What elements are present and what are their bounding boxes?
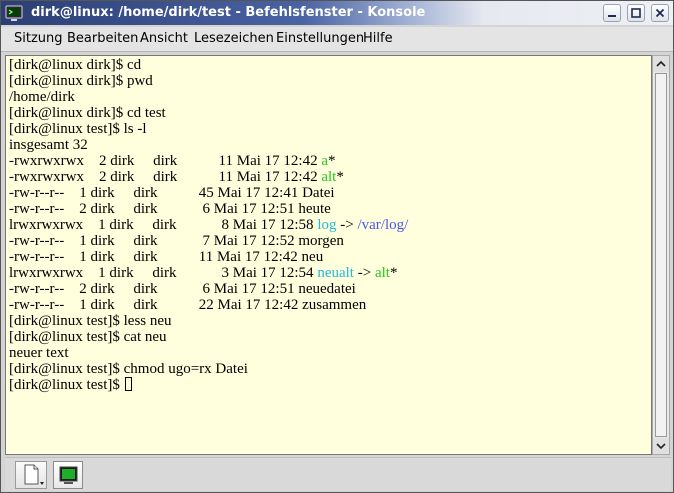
terminal-line: [dirk@linux dirk]$ cd test <box>9 105 408 121</box>
menu-bearbeiten[interactable]: Bearbeiten <box>67 31 138 46</box>
terminal-line: [dirk@linux test]$ less neu <box>9 313 408 329</box>
terminal-line: insgesamt 32 <box>9 137 408 153</box>
terminal-cursor <box>124 377 132 391</box>
scroll-down-arrow-icon[interactable] <box>653 438 669 454</box>
session-tab-bar <box>5 457 671 491</box>
terminal-line: lrwxrwxrwx 1 dirk dirk 3 Mai 17 12:54 ne… <box>9 265 408 281</box>
terminal-text: log <box>317 217 337 233</box>
terminal-line: -rw-r--r-- 2 dirk dirk 6 Mai 17 12:51 ne… <box>9 281 408 297</box>
terminal-line: [dirk@linux dirk]$ pwd <box>9 73 408 89</box>
terminal-text: [dirk@linux test]$ cat neu <box>9 329 167 345</box>
menu-einstellungen[interactable]: Einstellungen <box>276 31 364 46</box>
terminal-lines: [dirk@linux dirk]$ cd [dirk@linux dirk]$ … <box>9 57 408 393</box>
window-title: dirk@linux: /home/dirk/test - Befehlsfen… <box>31 5 426 20</box>
terminal-text: a <box>321 153 328 169</box>
menu-sitzung[interactable]: Sitzung <box>14 31 63 46</box>
terminal-text: /home/dirk <box>9 89 75 105</box>
konsole-icon[interactable] <box>5 4 23 22</box>
terminal-line: -rw-r--r-- 2 dirk dirk 6 Mai 17 12:51 he… <box>9 201 408 217</box>
terminal-text: * <box>328 153 336 169</box>
terminal-line: -rw-r--r-- 1 dirk dirk 7 Mai 17 12:52 mo… <box>9 233 408 249</box>
menu-hilfe[interactable]: Hilfe <box>363 31 393 46</box>
terminal-line: [dirk@linux dirk]$ cd <box>9 57 408 73</box>
terminal-line: -rwxrwxrwx 2 dirk dirk 11 Mai 17 12:42 a… <box>9 153 408 169</box>
terminal-line: [dirk@linux test]$ <box>9 377 408 393</box>
terminal-line: neuer text <box>9 345 408 361</box>
terminal-output-area[interactable]: [dirk@linux dirk]$ cd [dirk@linux dirk]$ … <box>5 55 652 455</box>
maximize-icon[interactable] <box>627 4 645 22</box>
terminal-line: -rwxrwxrwx 2 dirk dirk 11 Mai 17 12:42 a… <box>9 169 408 185</box>
terminal-line: -rw-r--r-- 1 dirk dirk 45 Mai 17 12:41 D… <box>9 185 408 201</box>
terminal-text: neuer text <box>9 345 69 361</box>
terminal-line: [dirk@linux test]$ ls -l <box>9 121 408 137</box>
new-session-icon[interactable] <box>15 461 47 489</box>
terminal-text: [dirk@linux test]$ ls -l <box>9 121 147 137</box>
terminal-text: -> <box>336 217 358 233</box>
terminal-text: lrwxrwxrwx 1 dirk dirk 3 Mai 17 12:54 <box>9 265 318 281</box>
terminal-line: [dirk@linux test]$ chmod ugo=rx Datei <box>9 361 408 377</box>
title-bar[interactable]: dirk@linux: /home/dirk/test - Befehlsfen… <box>1 1 673 25</box>
terminal-text: -rw-r--r-- 2 dirk dirk 6 Mai 17 12:51 ne… <box>9 281 356 297</box>
terminal-line: lrwxrwxrwx 1 dirk dirk 8 Mai 17 12:58 lo… <box>9 217 408 233</box>
terminal-text: -> <box>353 265 375 281</box>
terminal-text: [dirk@linux test]$ chmod ugo=rx Datei <box>9 361 248 377</box>
close-icon[interactable] <box>651 4 669 22</box>
terminal-line: -rw-r--r-- 1 dirk dirk 11 Mai 17 12:42 n… <box>9 249 408 265</box>
terminal-line: [dirk@linux test]$ cat neu <box>9 329 408 345</box>
terminal-line: -rw-r--r-- 1 dirk dirk 22 Mai 17 12:42 z… <box>9 297 408 313</box>
terminal-text: -rw-r--r-- 1 dirk dirk 45 Mai 17 12:41 D… <box>9 185 335 201</box>
terminal-text: [dirk@linux test]$ <box>9 377 124 393</box>
terminal-text: [dirk@linux dirk]$ pwd <box>9 73 153 89</box>
terminal-text: * <box>389 265 398 281</box>
terminal-text: -rw-r--r-- 2 dirk dirk 6 Mai 17 12:51 he… <box>9 201 331 217</box>
minimize-icon[interactable] <box>603 4 621 22</box>
menu-ansicht[interactable]: Ansicht <box>140 31 188 46</box>
scrollbar-track[interactable] <box>655 73 667 437</box>
terminal-text: * <box>336 169 344 185</box>
terminal-text: [dirk@linux test]$ less neu <box>9 313 172 329</box>
terminal-line: /home/dirk <box>9 89 408 105</box>
terminal-text: -rw-r--r-- 1 dirk dirk 22 Mai 17 12:42 z… <box>9 297 367 313</box>
terminal-text: neualt <box>317 265 354 281</box>
scroll-up-arrow-icon[interactable] <box>653 56 669 72</box>
terminal-text: -rw-r--r-- 1 dirk dirk 7 Mai 17 12:52 mo… <box>9 233 344 249</box>
menu-bar: Sitzung Bearbeiten Ansicht Lesezeichen E… <box>1 27 673 52</box>
terminal-text: -rwxrwxrwx 2 dirk dirk 11 Mai 17 12:42 <box>9 169 322 185</box>
terminal-text: insgesamt 32 <box>9 137 88 153</box>
terminal-text: alt <box>374 265 390 281</box>
terminal-text: lrwxrwxrwx 1 dirk dirk 8 Mai 17 12:58 <box>9 217 318 233</box>
vertical-scrollbar[interactable] <box>652 55 670 455</box>
terminal-text: [dirk@linux dirk]$ cd test <box>9 105 166 121</box>
terminal-text: alt <box>321 169 337 185</box>
terminal-text: -rwxrwxrwx 2 dirk dirk 11 Mai 17 12:42 <box>9 153 322 169</box>
terminal-text: [dirk@linux dirk]$ cd <box>9 57 142 73</box>
terminal-text: -rw-r--r-- 1 dirk dirk 11 Mai 17 12:42 n… <box>9 249 324 265</box>
menu-lesezeichen[interactable]: Lesezeichen <box>194 31 274 46</box>
konsole-window: dirk@linux: /home/dirk/test - Befehlsfen… <box>0 0 674 493</box>
terminal-text: /var/log/ <box>357 217 409 233</box>
terminal-session-icon[interactable] <box>53 461 83 489</box>
